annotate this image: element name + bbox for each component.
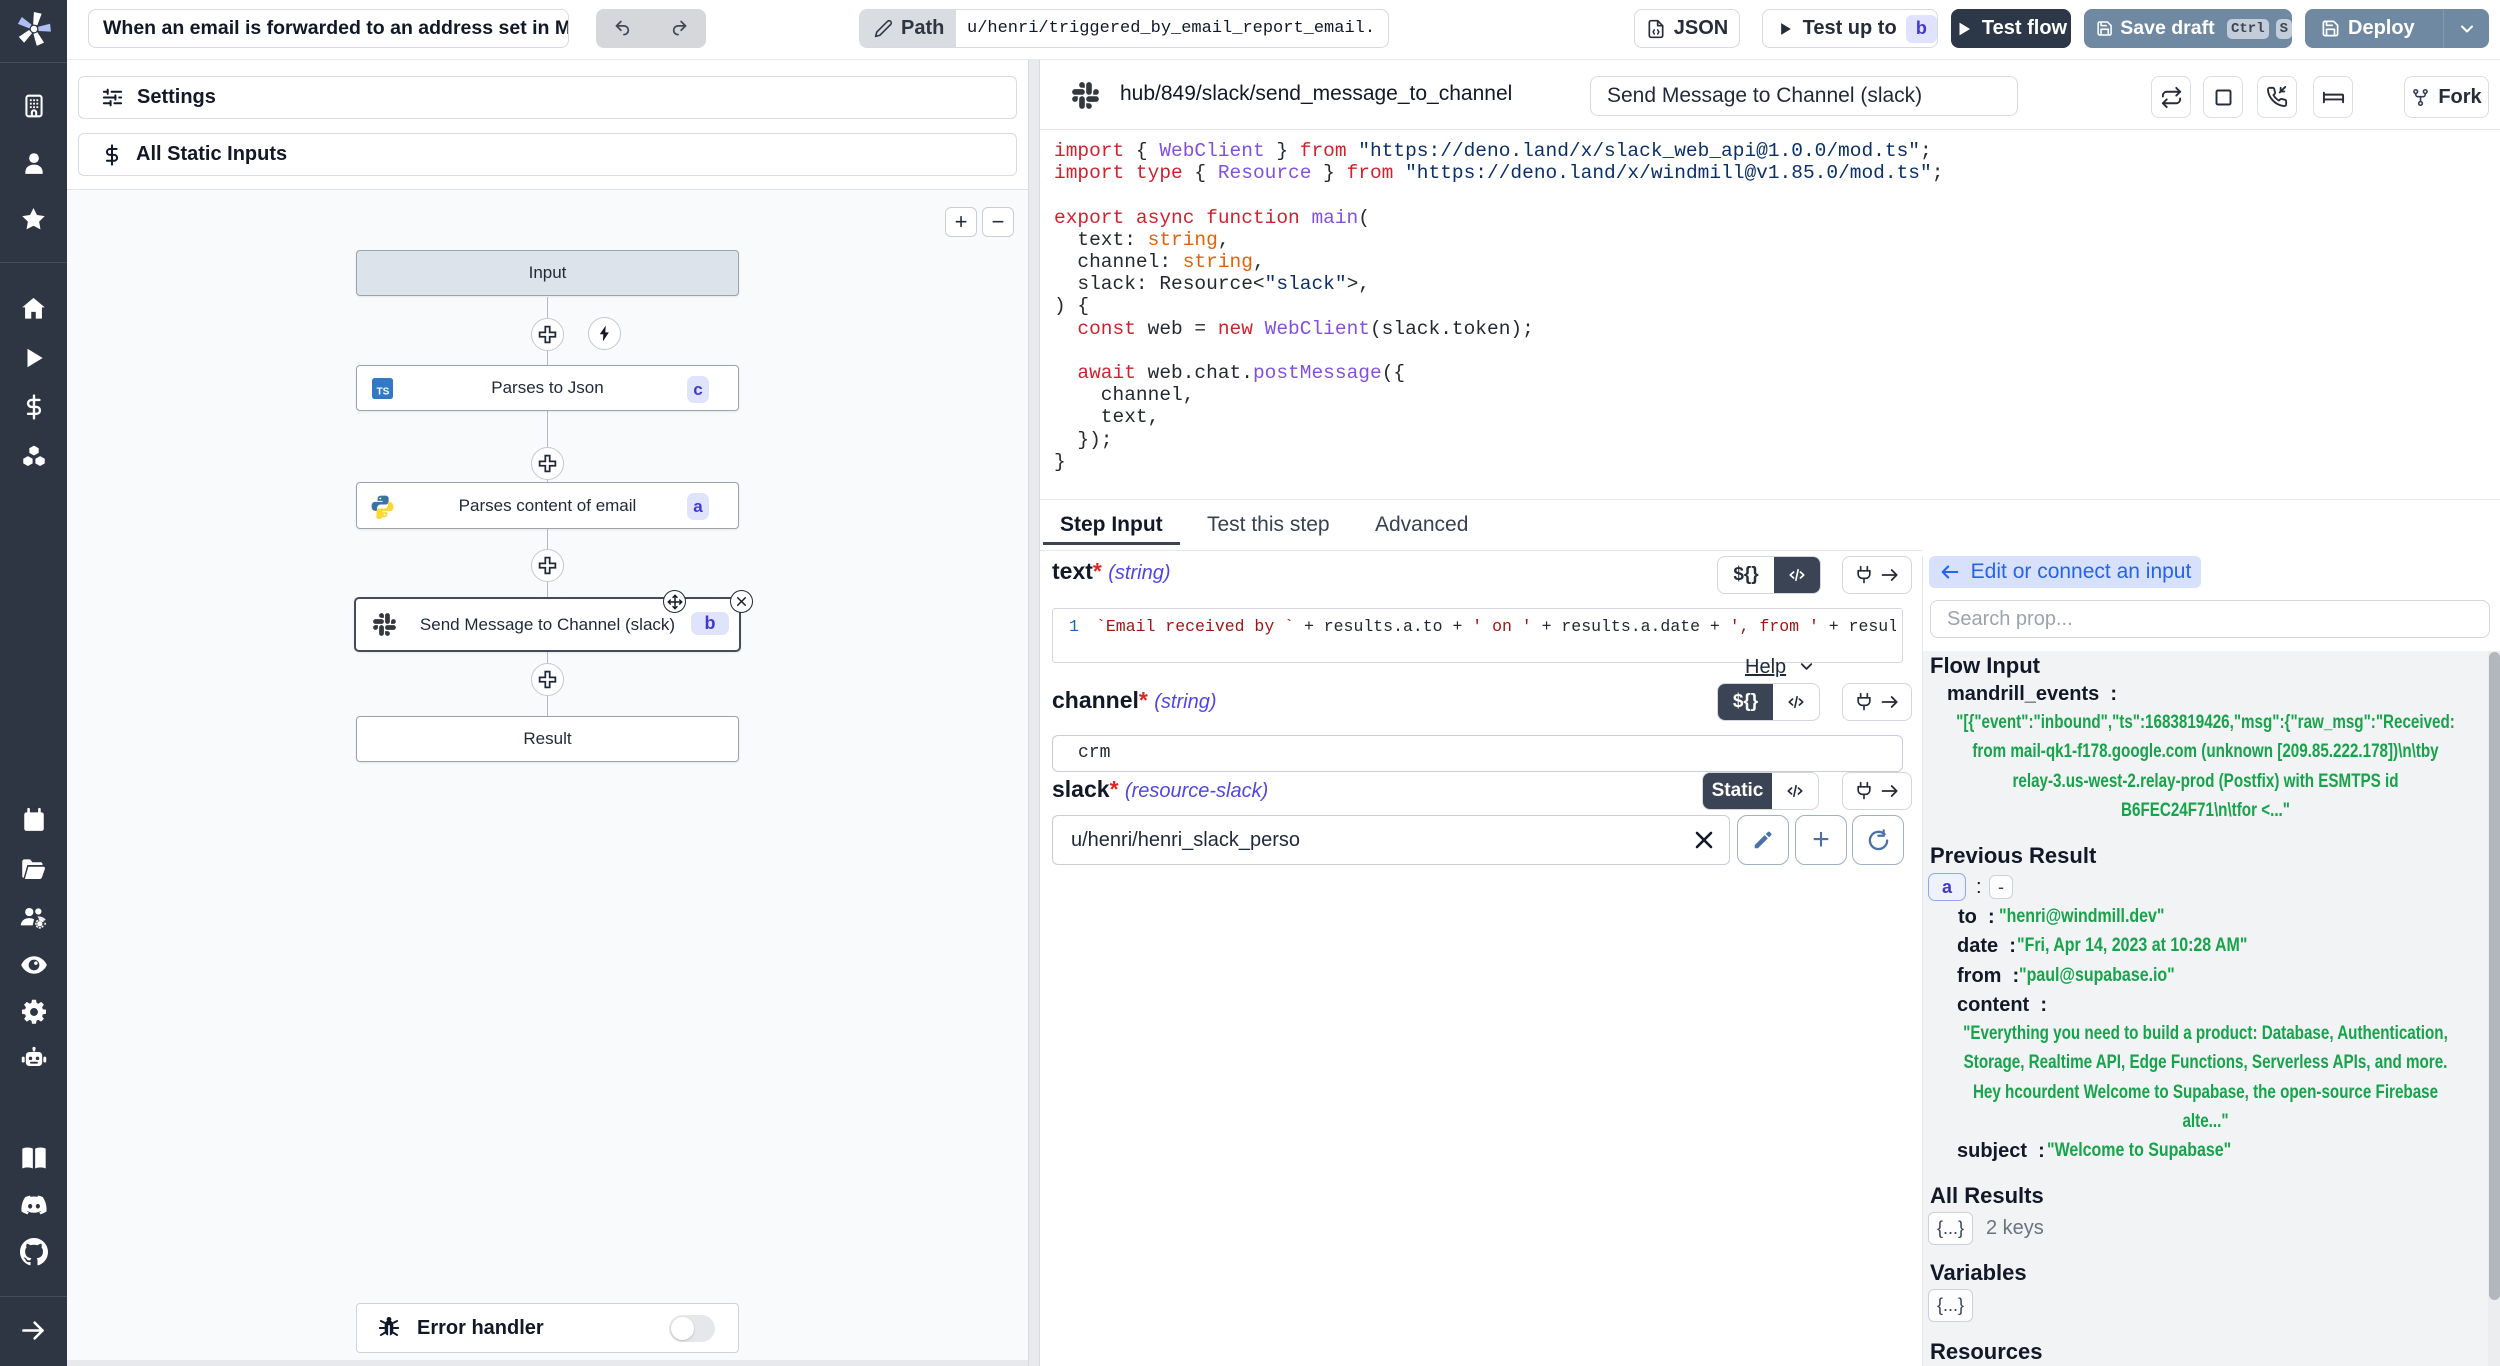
svg-text:TS: TS	[377, 387, 390, 398]
